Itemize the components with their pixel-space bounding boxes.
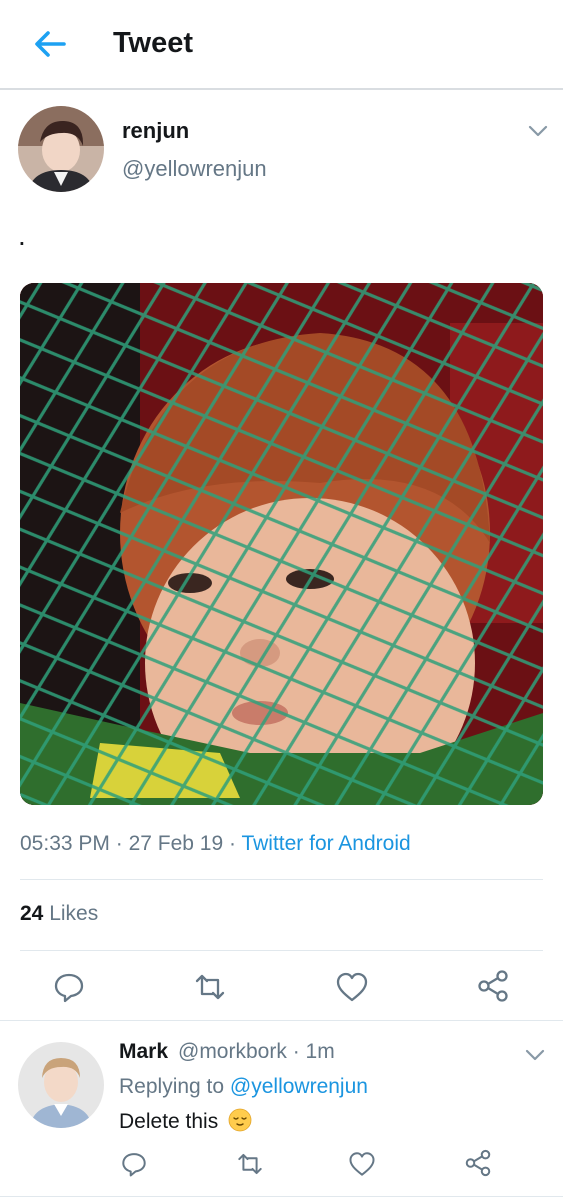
back-button[interactable] — [30, 24, 70, 64]
divider — [0, 1196, 563, 1197]
likes-summary[interactable]: 24 Likes — [20, 902, 98, 926]
reply-text-content: Delete this — [119, 1110, 219, 1133]
divider — [0, 1020, 563, 1021]
reply-author-name[interactable]: Mark — [119, 1040, 168, 1064]
reply-icon[interactable] — [120, 1150, 148, 1178]
share-icon[interactable] — [463, 1148, 493, 1178]
divider — [20, 879, 543, 880]
like-icon[interactable] — [348, 1150, 376, 1178]
reply-handle-line: @morkbork · 1m — [178, 1040, 335, 1064]
tweet-text: . — [18, 220, 26, 251]
meta-separator: · — [228, 832, 242, 855]
tweet-date: 27 Feb 19 — [128, 832, 224, 855]
reply-author-handle[interactable]: @morkbork — [178, 1040, 287, 1063]
author-name[interactable]: renjun — [122, 118, 189, 144]
retweet-icon[interactable] — [234, 1150, 266, 1178]
reply-icon[interactable] — [52, 970, 86, 1004]
chevron-down-icon[interactable] — [527, 124, 549, 138]
like-icon[interactable] — [335, 970, 369, 1004]
retweet-icon[interactable] — [191, 970, 229, 1004]
reply-author-avatar[interactable] — [18, 1042, 104, 1128]
author-handle[interactable]: @yellowrenjun — [122, 156, 267, 182]
page-title: Tweet — [113, 27, 194, 59]
author-avatar[interactable] — [18, 106, 104, 192]
reply-text: Delete this — [119, 1108, 252, 1134]
chevron-down-icon[interactable] — [524, 1048, 546, 1062]
divider — [20, 950, 543, 951]
arrow-left-icon — [35, 31, 66, 57]
likes-count: 24 — [20, 902, 44, 925]
share-icon[interactable] — [475, 968, 511, 1004]
replying-prefix: Replying to — [119, 1075, 225, 1098]
replying-to-line: Replying to @yellowrenjun — [119, 1075, 368, 1099]
tweet-source-link[interactable]: Twitter for Android — [241, 832, 410, 855]
header-divider — [0, 88, 563, 90]
tweet-time: 05:33 PM — [20, 832, 110, 855]
reply-time: 1m — [305, 1040, 335, 1063]
relieved-face-icon — [228, 1108, 252, 1132]
top-bar: Tweet — [0, 0, 563, 88]
likes-label: Likes — [49, 902, 99, 925]
meta-separator: · — [292, 1040, 306, 1063]
replying-to-mention[interactable]: @yellowrenjun — [230, 1075, 368, 1098]
meta-separator: · — [115, 832, 129, 855]
tweet-meta: 05:33 PM · 27 Feb 19 · Twitter for Andro… — [20, 832, 411, 856]
tweet-photo[interactable] — [20, 283, 543, 805]
